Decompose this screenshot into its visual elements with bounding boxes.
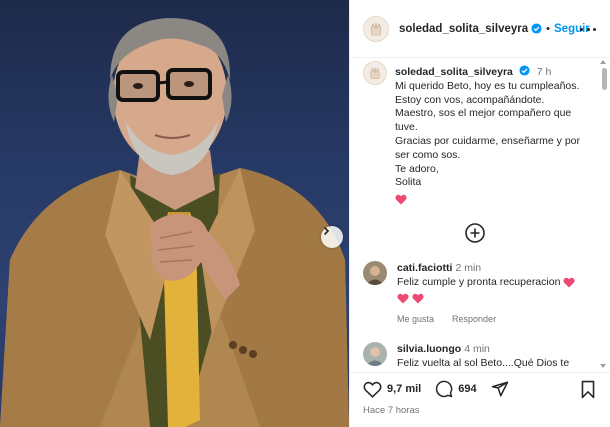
pink-heart-emoji-icon xyxy=(395,194,407,205)
post-caption: soledad_solita_silveyra 7 h Mi querido B… xyxy=(363,61,593,207)
comment-bubble-icon xyxy=(436,380,453,398)
post-timestamp[interactable]: Hace 7 horas xyxy=(363,405,420,416)
plus-circle-icon xyxy=(465,223,485,243)
chevron-right-icon xyxy=(323,226,330,236)
comment-reply-button[interactable]: Responder xyxy=(452,312,496,326)
comments-scroll-area[interactable]: soledad_solita_silveyra 7 h Mi querido B… xyxy=(350,59,610,372)
comment-text: Feliz cumple y pronta recuperacion xyxy=(397,276,561,288)
comment-time: 2 min xyxy=(455,262,482,274)
hands-logo-icon xyxy=(370,22,382,35)
caption-line: Gracias por cuidarme, enseñarme y por xyxy=(395,134,580,147)
caption-author-avatar[interactable] xyxy=(363,61,387,85)
commenter-avatar[interactable] xyxy=(363,261,387,285)
scrollbar-up-arrow[interactable] xyxy=(600,60,606,64)
bookmark-icon xyxy=(581,380,595,399)
likes-count[interactable]: 9,7 mil xyxy=(387,383,421,395)
comment-button[interactable] xyxy=(435,380,453,398)
caption-line: ser como sos. xyxy=(395,148,461,161)
comment-time: 4 min xyxy=(464,343,490,355)
caption-line: Te adoro, xyxy=(395,162,439,175)
commenter-avatar[interactable] xyxy=(363,342,387,366)
portrait-illustration xyxy=(0,18,349,427)
share-button[interactable] xyxy=(491,380,509,398)
pink-heart-emoji-icon xyxy=(412,293,424,304)
comment-like-button[interactable]: Me gusta xyxy=(397,312,434,326)
pink-heart-emoji-icon xyxy=(563,277,575,288)
comment-text: Feliz vuelta al sol Beto....Qué Dios te xyxy=(397,357,570,369)
like-button[interactable] xyxy=(363,381,382,398)
comment-username[interactable]: silvia.luongo xyxy=(397,343,461,355)
separator-dot: • xyxy=(546,22,550,35)
caption-username[interactable]: soledad_solita_silveyra xyxy=(395,66,513,78)
send-plane-icon xyxy=(491,381,508,397)
post-header: soledad_solita_silveyra • Seguir xyxy=(350,0,610,58)
caption-line: Maestro, sos el mejor compañero que xyxy=(395,107,572,120)
caption-line: Solita xyxy=(395,176,422,189)
comments-count: 694 xyxy=(458,383,477,395)
post-actions-bar: 9,7 mil 694 Hace 7 horas xyxy=(350,372,610,427)
verified-badge-icon xyxy=(531,23,542,34)
post-photo xyxy=(0,0,349,427)
scrollbar-thumb[interactable] xyxy=(602,68,607,90)
pink-heart-emoji-icon xyxy=(397,293,409,304)
comment-item: silvia.luongo 4 min Feliz vuelta al sol B… xyxy=(363,342,598,370)
caption-line: Mi querido Beto, hoy es tu cumpleaños. xyxy=(395,79,580,92)
next-photo-button[interactable] xyxy=(321,226,343,248)
more-options-icon[interactable] xyxy=(580,22,596,36)
comment-username[interactable]: cati.faciotti xyxy=(397,262,452,274)
save-button[interactable] xyxy=(580,380,596,404)
author-avatar[interactable] xyxy=(363,15,389,42)
caption-time[interactable]: 7 h xyxy=(537,66,552,78)
comment-item: cati.faciotti 2 min Feliz cumple y pronta… xyxy=(363,261,598,326)
author-username[interactable]: soledad_solita_silveyra xyxy=(399,23,528,35)
load-more-comments-button[interactable] xyxy=(464,222,486,244)
hands-logo-icon xyxy=(370,67,380,79)
scrollbar-down-arrow[interactable] xyxy=(600,364,606,368)
verified-badge-icon xyxy=(519,65,530,76)
caption-line: tuve. xyxy=(395,121,418,134)
heart-outline-icon xyxy=(363,381,382,398)
post-details-panel: soledad_solita_silveyra • Seguir soledad… xyxy=(349,0,610,427)
caption-line: Estoy con vos, acompañándote. xyxy=(395,93,545,106)
